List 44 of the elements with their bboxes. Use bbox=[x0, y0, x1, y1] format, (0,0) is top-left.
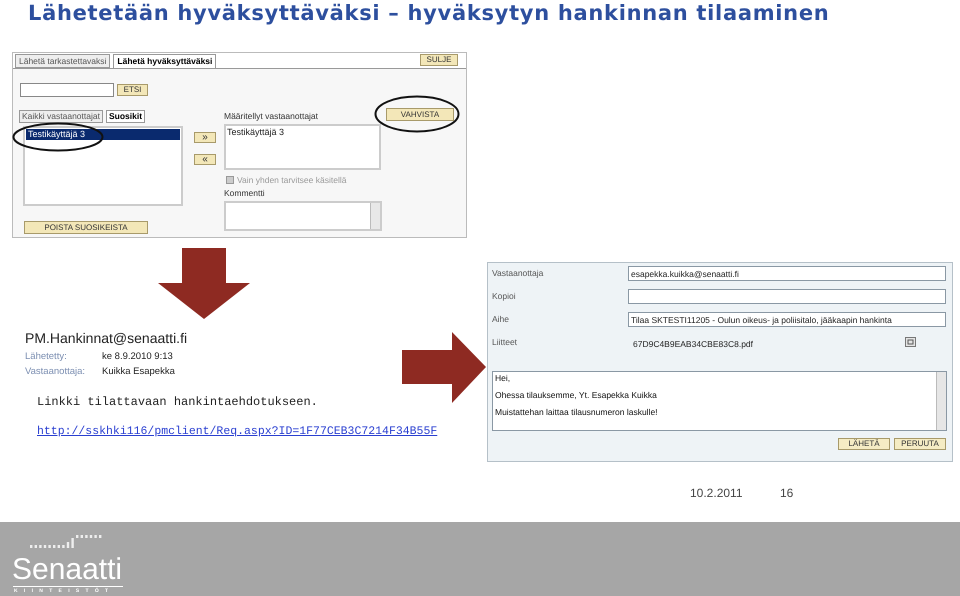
button[interactable]: » bbox=[194, 132, 216, 143]
link[interactable]: http://sskhki116/pmclient/Req.aspx?ID=1F77CEB3C7214F34B55F bbox=[37, 423, 438, 440]
email-sender: PM.Hankinnat@senaatti.fi bbox=[25, 329, 188, 348]
down-arrow-icon bbox=[158, 248, 250, 319]
field-value: ke 8.9.2010 9:13 bbox=[102, 350, 173, 364]
scrollbar[interactable] bbox=[370, 203, 380, 229]
button[interactable]: « bbox=[194, 154, 216, 165]
page-number: 16 bbox=[780, 485, 794, 502]
field-label: Vastaanottaja bbox=[492, 267, 544, 280]
tab[interactable]: Kaikki vastaanottajat bbox=[19, 110, 103, 123]
slide-title: Lähetetään hyväksyttäväksi – hyväksytyn hankinnan tilaaminen bbox=[28, 0, 830, 27]
field-label: Aihe bbox=[492, 313, 510, 326]
tab[interactable]: Suosikit bbox=[106, 110, 146, 123]
input-field[interactable]: Tilaa SKTESTI11205 - Oulun oikeus- ja poliisitalo, jääkaapin hankinta bbox=[628, 312, 946, 327]
input-field[interactable]: esapekka.kuikka@senaatti.fi bbox=[628, 266, 946, 281]
field-value: Kuikka Esapekka bbox=[102, 365, 175, 379]
message-field[interactable]: Hei, Ohessa tilauksemme, Yt. Esapekka Kuikka Muistattehan laittaa tilausnumeron laskulle! bbox=[492, 371, 947, 431]
checkbox-label: Vain yhden tarvitsee käsitellä bbox=[237, 174, 346, 187]
tab[interactable]: Lähetä tarkastettavaksi bbox=[15, 54, 110, 68]
input-field[interactable] bbox=[628, 289, 946, 304]
logo-text: Senaatti bbox=[12, 555, 122, 585]
list-item[interactable]: Testikäyttäjä 3 bbox=[227, 126, 378, 140]
button[interactable]: PERUUTA bbox=[894, 438, 946, 450]
button[interactable]: VAHVISTA bbox=[386, 108, 454, 121]
button[interactable]: SULJE bbox=[420, 54, 458, 66]
comment-field[interactable] bbox=[224, 201, 382, 231]
list-item[interactable]: Testikäyttäjä 3 bbox=[26, 129, 180, 140]
button[interactable]: LÄHETÄ bbox=[838, 438, 890, 450]
scrollbar[interactable] bbox=[936, 372, 946, 430]
field-label: Lähetetty: bbox=[25, 350, 68, 364]
right-arrow-icon bbox=[402, 332, 486, 403]
button[interactable]: ETSI bbox=[117, 84, 148, 96]
field-label: Vastaanottaja: bbox=[25, 365, 86, 379]
field-label: Kopioi bbox=[492, 290, 517, 303]
field-label: Liitteet bbox=[492, 336, 518, 349]
tab[interactable]: Lähetä hyväksyttäväksi bbox=[113, 54, 216, 68]
email-body-text: Linkki tilattavaan hankintaehdotukseen. bbox=[37, 394, 318, 411]
button[interactable]: POISTA SUOSIKEISTA bbox=[24, 221, 148, 234]
field-label: Määritellyt vastaanottajat bbox=[224, 110, 318, 123]
window-icon[interactable] bbox=[905, 337, 916, 347]
field-label: Kommentti bbox=[224, 187, 265, 200]
attachment-name: 67D9C4B9EAB34CBE83C8.pdf bbox=[633, 338, 754, 351]
search-field[interactable] bbox=[20, 83, 114, 97]
slide-date: 10.2.2011 bbox=[690, 485, 742, 502]
